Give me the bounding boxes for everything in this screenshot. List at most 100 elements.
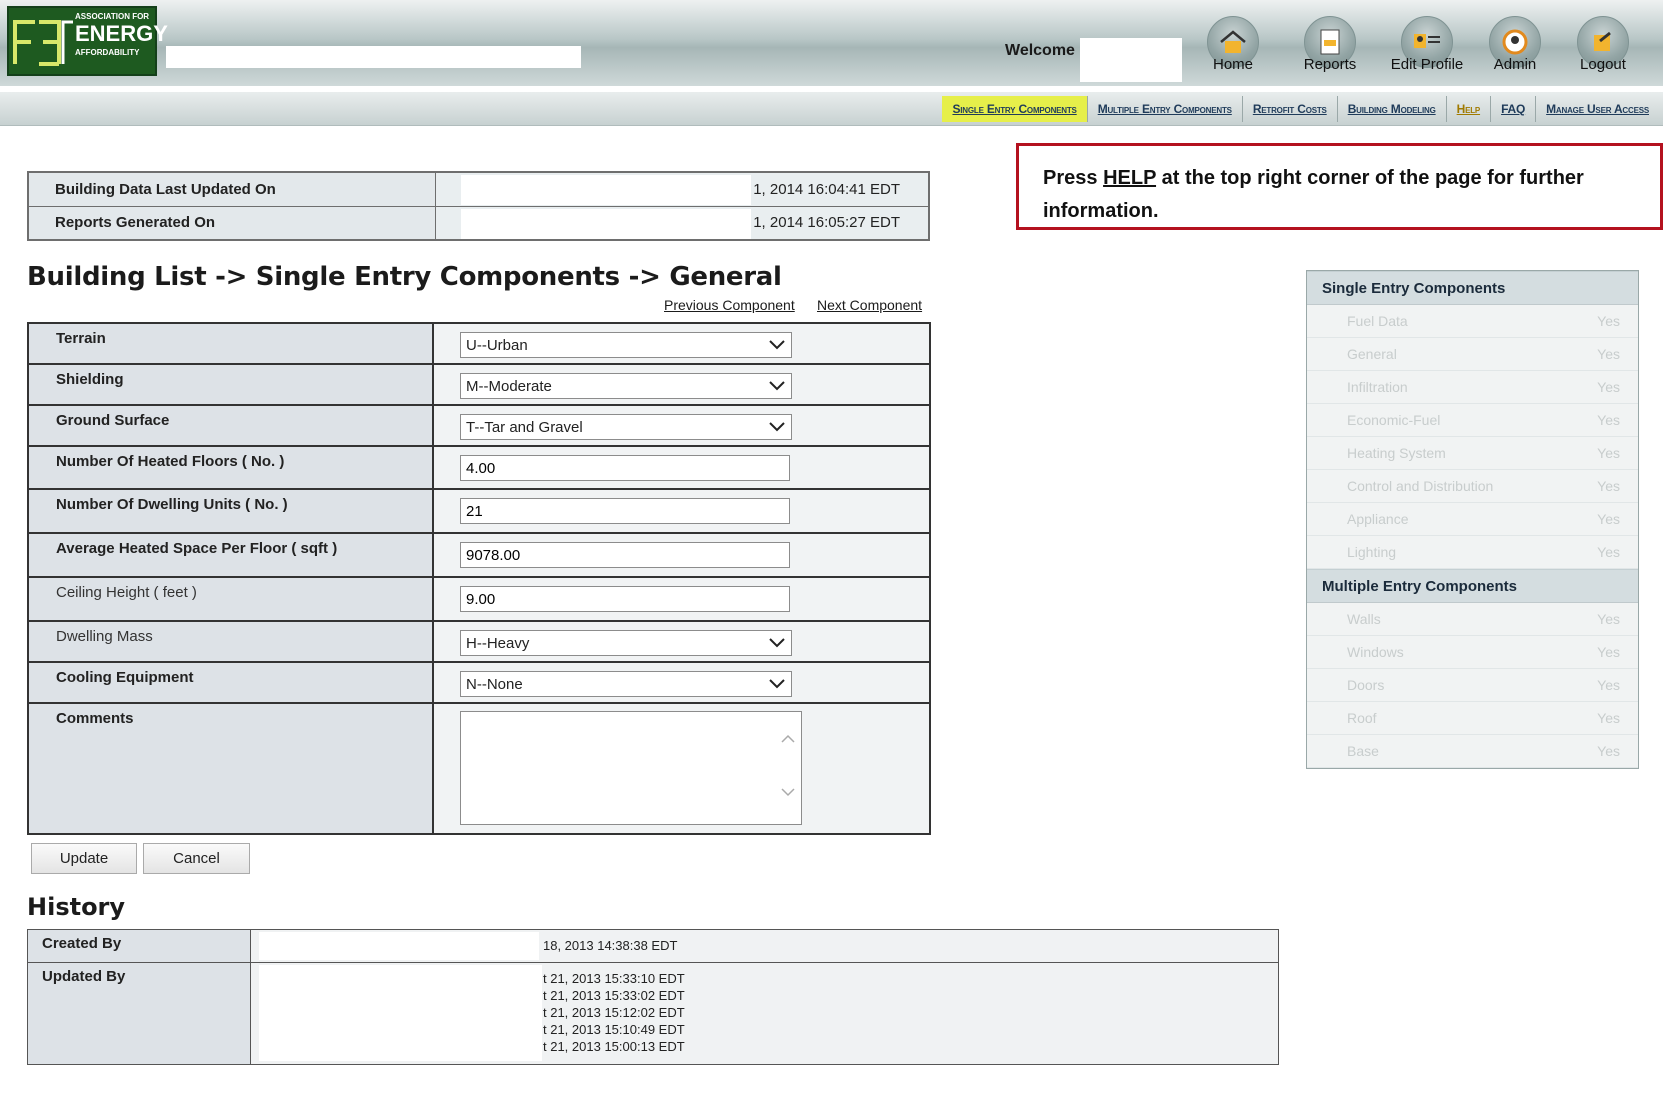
redacted-users — [259, 965, 542, 1061]
comments-textarea[interactable] — [460, 711, 802, 825]
side-item-fuel-data[interactable]: Fuel Data Yes — [1307, 305, 1638, 338]
page-title: Building List -> Single Entry Components… — [27, 262, 782, 292]
tab-retrofit-costs[interactable]: Retrofit Costs — [1243, 96, 1338, 122]
help-notice: Press HELP at the top right corner of th… — [1016, 143, 1663, 230]
side-item-lighting[interactable]: Lighting Yes — [1307, 536, 1638, 569]
home-label: Home — [1212, 56, 1253, 73]
chevron-down-icon — [769, 337, 785, 354]
redacted-user — [259, 932, 539, 960]
updated-by-list: t 21, 2013 15:33:10 EDT t 21, 2013 15:33… — [543, 970, 685, 1055]
last-updated-label: Building Data Last Updated On — [27, 171, 436, 207]
terrain-cell: U--Urban — [432, 322, 931, 365]
dwelling-units-input[interactable] — [460, 498, 790, 524]
updated-by-row: Updated By t 21, 2013 15:33:10 EDT t 21,… — [27, 962, 1279, 1065]
form-row-ceiling-height: Ceiling Height ( feet ) — [27, 576, 931, 622]
edit-profile-button[interactable]: Edit Profile — [1383, 16, 1471, 84]
comments-label: Comments — [27, 702, 434, 835]
dwelling-units-label: Number Of Dwelling Units ( No. ) — [27, 488, 434, 534]
cancel-button[interactable]: Cancel — [143, 843, 250, 874]
shielding-select[interactable]: M--Moderate — [460, 373, 792, 399]
created-by-row: Created By 18, 2013 14:38:38 EDT — [27, 929, 1279, 963]
home-button[interactable]: Home — [1189, 16, 1277, 84]
ground-surface-select[interactable]: T--Tar and Gravel — [460, 414, 792, 440]
general-form: Terrain U--Urban Shielding M--Moderate G… — [27, 322, 931, 835]
form-row-dwelling-units: Number Of Dwelling Units ( No. ) — [27, 488, 931, 534]
tab-multiple-entry-components[interactable]: Multiple Entry Components — [1088, 96, 1243, 122]
updated-by-cell: t 21, 2013 15:33:10 EDT t 21, 2013 15:33… — [250, 962, 1279, 1065]
ceiling-height-label: Ceiling Height ( feet ) — [27, 576, 434, 622]
side-item-doors[interactable]: Doors Yes — [1307, 669, 1638, 702]
side-item-status: Yes — [1597, 412, 1620, 428]
shielding-cell: M--Moderate — [432, 363, 931, 406]
ground-surface-value: T--Tar and Gravel — [466, 418, 583, 436]
side-item-label: Lighting — [1347, 544, 1397, 560]
sub-navigation: Single Entry Components Multiple Entry C… — [0, 92, 1663, 126]
side-item-label: Heating System — [1347, 445, 1446, 461]
update-button[interactable]: Update — [31, 843, 137, 874]
side-item-label: Appliance — [1347, 511, 1409, 527]
last-updated-value: 1, 2014 16:04:41 EDT — [753, 180, 900, 198]
created-by-label: Created By — [27, 929, 251, 963]
side-item-label: Economic-Fuel — [1347, 412, 1441, 428]
next-component-link[interactable]: Next Component — [817, 297, 922, 313]
side-item-label: Roof — [1347, 710, 1377, 726]
tab-manage-user-access[interactable]: Manage User Access — [1536, 96, 1659, 122]
side-item-economic-fuel[interactable]: Economic-Fuel Yes — [1307, 404, 1638, 437]
side-item-roof[interactable]: Roof Yes — [1307, 702, 1638, 735]
tab-single-entry-components[interactable]: Single Entry Components — [942, 96, 1088, 122]
cooling-equipment-label: Cooling Equipment — [27, 661, 434, 704]
dwelling-mass-label: Dwelling Mass — [27, 620, 434, 663]
ground-surface-label: Ground Surface — [27, 404, 434, 447]
heated-space-input[interactable] — [460, 542, 790, 568]
scroll-up-icon[interactable] — [781, 730, 795, 748]
side-item-appliance[interactable]: Appliance Yes — [1307, 503, 1638, 536]
side-item-infiltration[interactable]: Infiltration Yes — [1307, 371, 1638, 404]
terrain-label: Terrain — [27, 322, 434, 365]
side-item-status: Yes — [1597, 346, 1620, 362]
scroll-down-icon[interactable] — [781, 784, 795, 802]
shielding-label: Shielding — [27, 363, 434, 406]
terrain-value: U--Urban — [466, 336, 528, 354]
reports-generated-cell: 1, 2014 16:05:27 EDT — [434, 205, 930, 241]
cooling-equipment-select[interactable]: N--None — [460, 671, 792, 697]
reports-generated-row: Reports Generated On 1, 2014 16:05:27 ED… — [27, 205, 930, 241]
side-item-control-distribution[interactable]: Control and Distribution Yes — [1307, 470, 1638, 503]
chevron-down-icon — [769, 419, 785, 436]
side-item-windows[interactable]: Windows Yes — [1307, 636, 1638, 669]
side-item-label: Control and Distribution — [1347, 478, 1494, 494]
help-notice-link[interactable]: HELP — [1103, 167, 1156, 189]
tab-building-modeling[interactable]: Building Modeling — [1338, 96, 1447, 122]
side-item-label: Infiltration — [1347, 379, 1408, 395]
reports-generated-value: 1, 2014 16:05:27 EDT — [753, 214, 900, 232]
tab-help[interactable]: Help — [1447, 96, 1492, 122]
dwelling-mass-cell: H--Heavy — [432, 620, 931, 663]
aea-logo[interactable]: ASSOCIATION FOR ENERGY AFFORDABILITY — [7, 6, 168, 76]
tab-faq[interactable]: FAQ — [1491, 96, 1537, 122]
single-entry-heading: Single Entry Components — [1307, 271, 1638, 305]
side-item-walls[interactable]: Walls Yes — [1307, 603, 1638, 636]
side-item-label: Doors — [1347, 677, 1385, 693]
dwelling-mass-select[interactable]: H--Heavy — [460, 630, 792, 656]
side-item-general[interactable]: General Yes — [1307, 338, 1638, 371]
side-item-status: Yes — [1597, 611, 1620, 627]
redacted-date — [460, 175, 751, 205]
terrain-select[interactable]: U--Urban — [460, 332, 792, 358]
side-item-status: Yes — [1597, 445, 1620, 461]
side-item-base[interactable]: Base Yes — [1307, 735, 1638, 768]
side-item-status: Yes — [1597, 644, 1620, 660]
created-by-cell: 18, 2013 14:38:38 EDT — [250, 929, 1279, 963]
side-item-status: Yes — [1597, 743, 1620, 759]
redacted-building-name — [166, 46, 581, 68]
side-item-status: Yes — [1597, 544, 1620, 560]
reports-button[interactable]: Reports — [1286, 16, 1374, 84]
ceiling-height-input[interactable] — [460, 586, 790, 612]
edit-profile-label: Edit Profile — [1390, 56, 1464, 73]
heated-floors-input[interactable] — [460, 455, 790, 481]
admin-button[interactable]: Admin — [1471, 16, 1559, 84]
form-row-heated-space: Average Heated Space Per Floor ( sqft ) — [27, 532, 931, 578]
logout-button[interactable]: Logout — [1559, 16, 1647, 84]
previous-component-link[interactable]: Previous Component — [664, 297, 795, 313]
dwelling-units-cell — [432, 488, 931, 534]
side-item-heating-system[interactable]: Heating System Yes — [1307, 437, 1638, 470]
heated-floors-label: Number Of Heated Floors ( No. ) — [27, 445, 434, 490]
